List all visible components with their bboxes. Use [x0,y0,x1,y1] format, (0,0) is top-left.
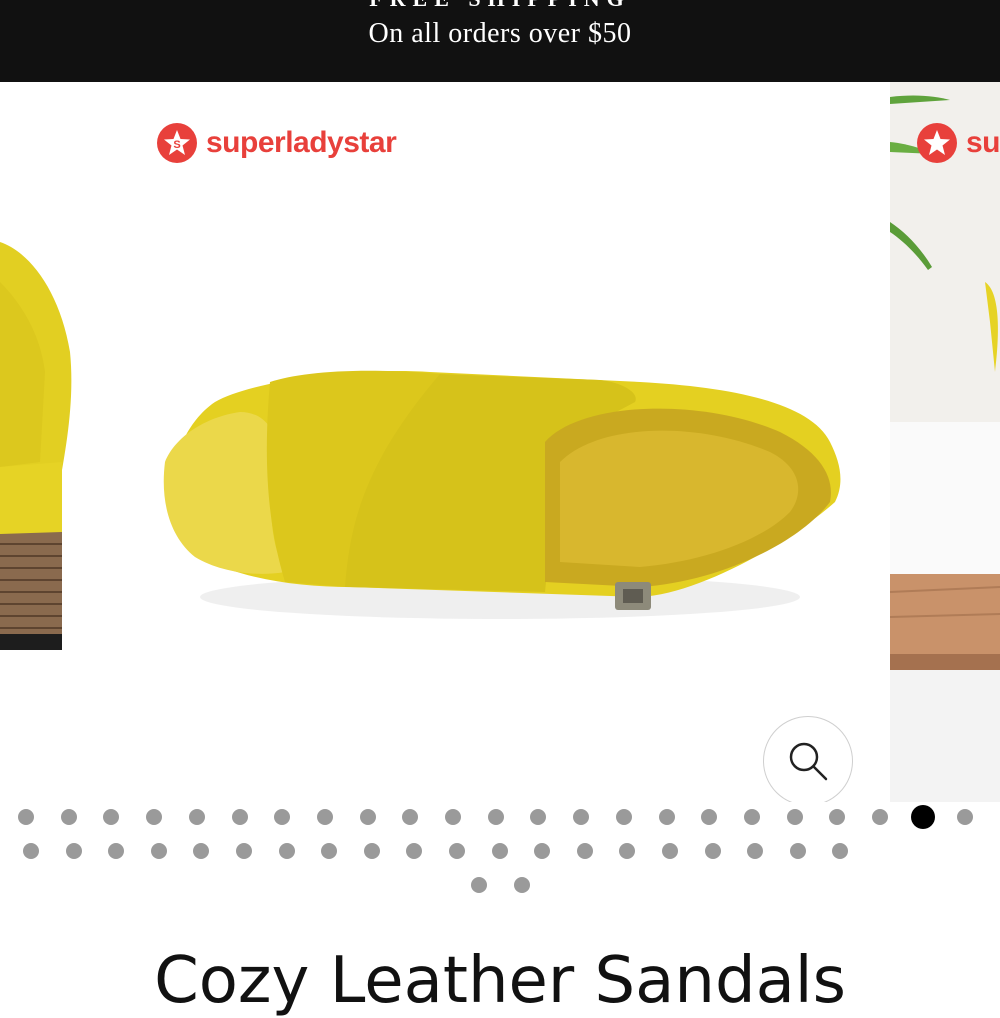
pagination-dot[interactable] [576,843,593,859]
pagination-dot[interactable] [150,843,167,859]
pagination-dot[interactable] [193,843,210,859]
pagination-dot[interactable] [829,809,846,825]
announcement-bar: FREE SHIPPING On all orders over $50 [0,0,1000,82]
star-logo-icon [917,123,957,163]
pagination-dot[interactable] [18,809,34,825]
pagination-dot[interactable] [23,843,39,859]
pagination-dot[interactable] [747,843,764,859]
pagination-dot[interactable] [445,809,461,825]
pagination-dot[interactable] [316,809,333,825]
announcement-subtext: On all orders over $50 [368,18,632,49]
pagination-dot[interactable] [406,843,423,859]
pagination-dot[interactable] [321,843,338,859]
product-gallery[interactable]: S superladystar su [0,82,1000,802]
pagination-dot[interactable] [789,843,806,859]
pagination-dot[interactable] [231,809,248,825]
pagination-dot[interactable] [619,843,636,859]
pagination-dot-active[interactable] [910,805,935,829]
pagination-dot[interactable] [363,843,380,859]
pagination-dot[interactable] [359,809,376,825]
pagination-dot[interactable] [146,809,163,825]
pagination-dot[interactable] [278,843,295,859]
next-brand-logo: superladystar [916,122,1000,164]
svg-text:S: S [173,139,180,151]
pagination-dot[interactable] [534,843,551,859]
pagination-dot[interactable] [832,843,849,859]
pagination-dot[interactable] [530,809,547,825]
gallery-slide-current[interactable]: S superladystar [0,82,890,802]
pagination-dot[interactable] [701,809,718,825]
pagination-dot[interactable] [786,809,803,825]
brand-logo-text: superladystar [206,126,397,159]
search-icon [789,742,828,781]
pagination-dot[interactable] [274,809,291,825]
pagination-dot[interactable] [491,843,508,859]
pagination-dot[interactable] [236,843,252,859]
pagination-dot[interactable] [615,809,632,825]
pagination-dot[interactable] [662,843,678,859]
brand-logo: S superladystar [156,122,397,164]
pagination-dot[interactable] [704,843,721,859]
pagination-dot[interactable] [65,843,82,859]
pagination-dot[interactable] [188,809,205,825]
pagination-dot[interactable] [402,809,419,825]
pagination-dot[interactable] [471,877,487,893]
pagination-dot[interactable] [60,809,77,825]
pagination-dot[interactable] [872,809,888,825]
pagination-dot[interactable] [108,843,125,859]
next-product-image [890,82,1000,802]
gallery-slide-next[interactable]: superladystar [890,82,1000,802]
next-brand-logo-text: superladystar [966,126,1000,159]
product-image [0,242,841,650]
announcement-headline: FREE SHIPPING [0,0,1000,12]
pagination-dot[interactable] [513,877,530,893]
pagination-dot[interactable] [658,809,675,825]
star-logo-icon: S [157,123,197,163]
product-title: Cozy Leather Sandals [154,944,846,1018]
pagination-dot[interactable] [573,809,590,825]
zoom-button[interactable] [763,716,853,802]
pagination-dot[interactable] [957,809,974,825]
pagination-dot[interactable] [743,809,760,825]
pagination-dot[interactable] [449,843,465,859]
pagination-dot[interactable] [103,809,120,825]
pagination-dot[interactable] [487,809,504,825]
